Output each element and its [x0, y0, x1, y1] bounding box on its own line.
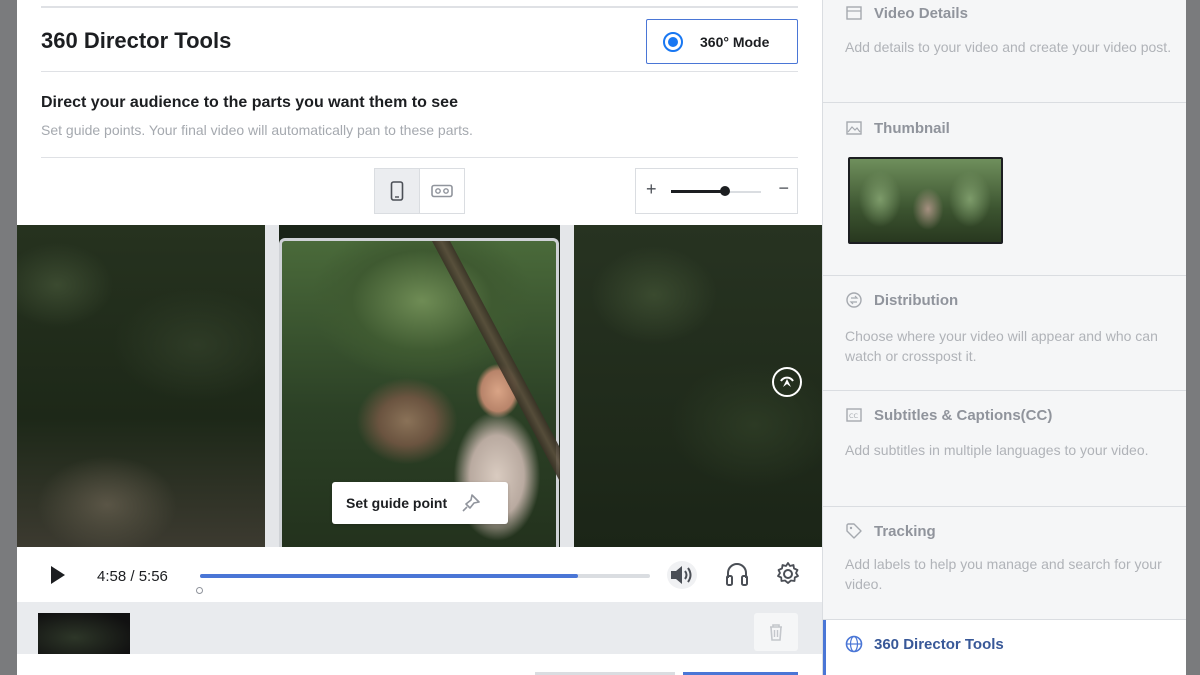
sidebar-item-header: Thumbnail [845, 119, 950, 137]
zoom-track-fill [671, 190, 725, 193]
top-divider [41, 6, 798, 8]
document-icon [845, 4, 863, 22]
360-mode-button[interactable]: 360° Mode [646, 19, 798, 64]
section-heading: Direct your audience to the parts you wa… [41, 94, 458, 111]
sidebar-item-title: Subtitles & Captions(CC) [874, 406, 1053, 424]
compass-icon[interactable] [772, 367, 802, 397]
tag-icon [845, 522, 863, 540]
timeline-thumbnail[interactable] [38, 613, 130, 654]
video-preview[interactable]: Set guide point [17, 225, 822, 547]
section-subheading: Set guide points. Your final video will … [41, 122, 473, 138]
sidebar-item-distribution[interactable]: Distribution Choose where your video wil… [823, 276, 1187, 391]
guide-points-timeline [17, 602, 822, 654]
director-icon [845, 635, 863, 653]
cc-icon: CC [845, 406, 863, 424]
view-toggle [374, 168, 465, 214]
vr-view-button[interactable] [420, 169, 465, 213]
set-guide-point-label: Set guide point [346, 495, 448, 511]
seek-bar-progress [200, 574, 578, 578]
pin-icon [462, 494, 480, 512]
zoom-in-button[interactable]: + [646, 179, 657, 200]
sidebar-item-subtitles[interactable]: CC Subtitles & Captions(CC) Add subtitle… [823, 391, 1187, 507]
settings-sidebar: Video Details Add details to your video … [822, 0, 1187, 675]
video-player-controls: 4:58 / 5:56 [17, 547, 822, 602]
sidebar-item-title: Tracking [874, 522, 936, 540]
volume-button[interactable] [667, 561, 697, 589]
sidebar-item-header: Tracking [845, 522, 936, 540]
volume-icon [671, 566, 692, 584]
zoom-out-button[interactable]: − [778, 178, 789, 199]
director-tools-panel: 360 Director Tools 360° Mode Direct your… [17, 0, 822, 675]
sidebar-item-title: Thumbnail [874, 119, 950, 137]
sidebar-item-video-details[interactable]: Video Details Add details to your video … [823, 0, 1187, 103]
sidebar-item-tracking[interactable]: Tracking Add labels to help you manage a… [823, 507, 1187, 620]
sidebar-item-description: Add details to your video and create you… [845, 39, 1172, 55]
frame-divider [265, 225, 279, 547]
sidebar-item-header: Video Details [845, 4, 968, 22]
radio-selected-icon [663, 31, 683, 52]
modal-footer [17, 654, 822, 675]
playback-time: 4:58 / 5:56 [97, 568, 168, 585]
svg-text:CC: CC [849, 412, 859, 420]
sidebar-item-description: Add subtitles in multiple languages to y… [845, 442, 1149, 458]
video-frame-left [17, 225, 265, 547]
vr-headset-icon [430, 184, 453, 198]
divider [41, 157, 798, 158]
sidebar-item-title: 360 Director Tools [874, 635, 1004, 653]
gear-icon[interactable] [775, 561, 801, 587]
delete-guide-point-button[interactable] [754, 613, 798, 651]
share-icon [845, 291, 863, 309]
page-title: 360 Director Tools [41, 28, 232, 53]
360-mode-label: 360° Mode [700, 33, 770, 50]
divider [41, 71, 798, 72]
guide-point-marker[interactable] [196, 587, 203, 594]
phone-view-button[interactable] [375, 169, 420, 213]
sidebar-item-header: 360 Director Tools [845, 635, 1004, 653]
sidebar-item-header: CC Subtitles & Captions(CC) [845, 406, 1052, 424]
backdrop-edge [1186, 0, 1200, 675]
compass-arrow-icon [780, 376, 794, 387]
frame-divider [560, 225, 574, 547]
sidebar-item-description: Choose where your video will appear and … [845, 328, 1158, 364]
sidebar-item-title: Distribution [874, 291, 959, 309]
set-guide-point-button[interactable]: Set guide point [332, 482, 508, 524]
phone-icon [390, 181, 404, 201]
image-icon [845, 119, 863, 137]
sidebar-item-description: Add labels to help you manage and search… [845, 556, 1162, 592]
zoom-control: + − [635, 168, 798, 214]
zoom-slider-handle[interactable] [720, 186, 730, 196]
sidebar-item-360-director-tools[interactable]: 360 Director Tools [823, 620, 1187, 675]
headphones-icon[interactable] [725, 561, 749, 587]
video-thumbnail-preview[interactable] [848, 157, 1003, 244]
play-icon[interactable] [49, 565, 67, 585]
sidebar-item-title: Video Details [874, 4, 968, 22]
sidebar-item-header: Distribution [845, 291, 958, 309]
trash-icon [770, 624, 782, 641]
